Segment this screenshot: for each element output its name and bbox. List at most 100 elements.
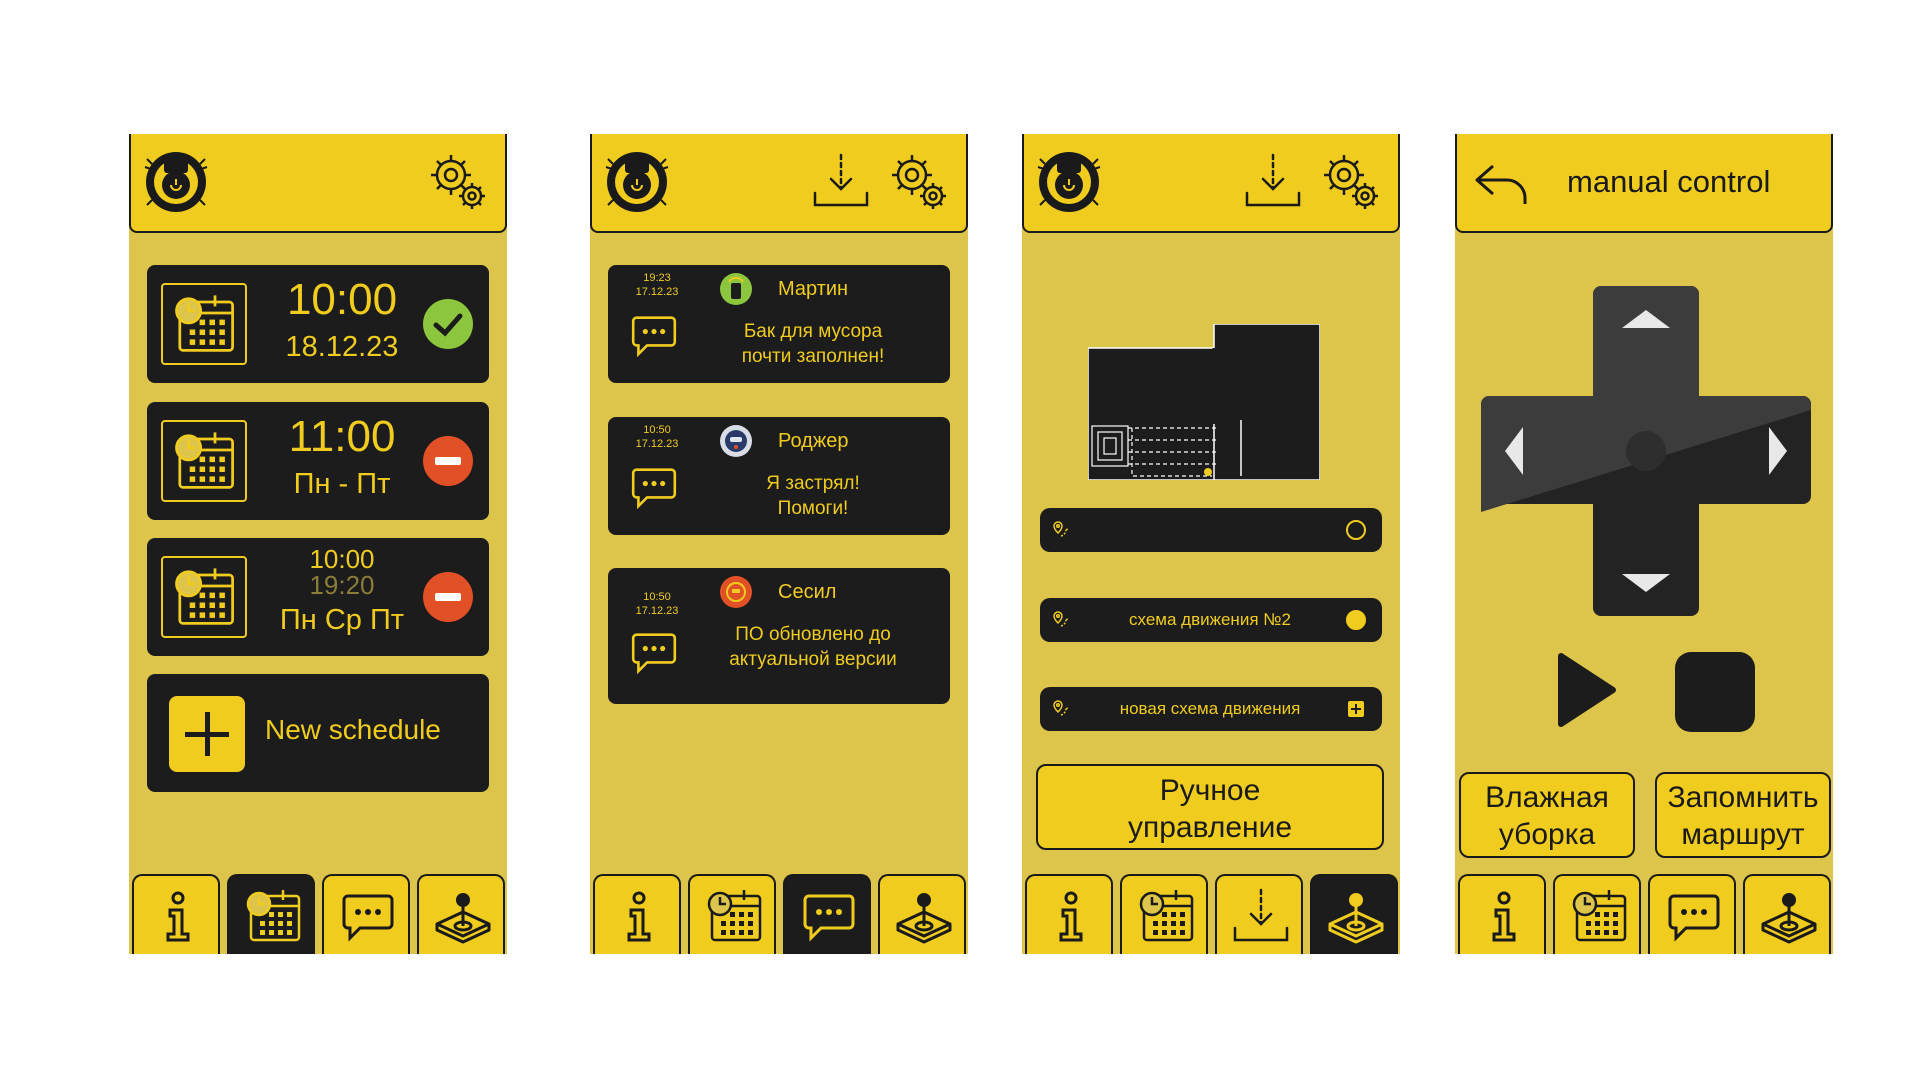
schedule-days: Пн Ср Пт bbox=[279, 604, 405, 636]
messages-screen: 19:23 17.12.23 Мартин Бак для мусора поч… bbox=[590, 134, 968, 954]
tab-schedule[interactable] bbox=[1553, 874, 1641, 954]
message-line: Помоги! bbox=[777, 498, 849, 519]
tab-control[interactable] bbox=[1310, 874, 1398, 954]
button-label: маршрут bbox=[1681, 818, 1805, 851]
header: manual control bbox=[1455, 134, 1833, 233]
message-time: 10:50 bbox=[643, 424, 671, 436]
remove-icon[interactable] bbox=[423, 436, 473, 486]
message-card[interactable]: 19:23 17.12.23 Мартин Бак для мусора поч… bbox=[608, 265, 950, 383]
download-icon[interactable] bbox=[811, 151, 871, 211]
new-route-item[interactable]: новая схема движения bbox=[1040, 687, 1382, 731]
tab-info[interactable] bbox=[1025, 874, 1113, 954]
tab-bar bbox=[590, 874, 968, 954]
tab-control[interactable] bbox=[878, 874, 966, 954]
message-date: 17.12.23 bbox=[635, 438, 679, 450]
tab-messages[interactable] bbox=[322, 874, 410, 954]
button-label: Ручное bbox=[1159, 774, 1261, 807]
dpad-control bbox=[1481, 286, 1811, 616]
route-pin-icon bbox=[1052, 520, 1072, 540]
schedule-item[interactable]: 10:00 19:20 Пн Ср Пт bbox=[147, 538, 489, 656]
tab-control[interactable] bbox=[1743, 874, 1831, 954]
tab-messages[interactable] bbox=[783, 874, 871, 954]
message-text: ПО обновлено до актуальной версии bbox=[688, 622, 938, 672]
message-timestamp: 19:23 17.12.23 bbox=[622, 271, 692, 299]
tab-download[interactable] bbox=[1215, 874, 1303, 954]
manual-control-button[interactable]: Ручное управление bbox=[1036, 764, 1384, 850]
calendar-clock-icon bbox=[243, 886, 303, 946]
message-text: Бак для мусора почти заполнен! bbox=[688, 319, 938, 369]
tab-schedule[interactable] bbox=[1120, 874, 1208, 954]
room-map[interactable] bbox=[1088, 324, 1320, 480]
calendar-clock-icon bbox=[1136, 886, 1196, 946]
button-label: уборка bbox=[1498, 818, 1596, 851]
message-card[interactable]: 10:50 17.12.23 Роджер Я застрял! Помоги! bbox=[608, 417, 950, 535]
info-icon bbox=[609, 886, 669, 946]
new-schedule-button[interactable]: New schedule bbox=[147, 674, 489, 792]
download-icon[interactable] bbox=[1243, 151, 1303, 211]
joystick-icon bbox=[1326, 886, 1386, 946]
schedule-time-secondary: 19:20 bbox=[309, 570, 375, 600]
routes-screen: схема движения №2 новая схема движения Р… bbox=[1022, 134, 1400, 954]
message-card[interactable]: 10:50 17.12.23 Сесил ПО обновлено до акт… bbox=[608, 568, 950, 704]
back-arrow-icon[interactable] bbox=[1473, 158, 1531, 208]
schedule-item[interactable]: 10:00 18.12.23 bbox=[147, 265, 489, 383]
save-route-button[interactable]: Запомнить маршрут bbox=[1655, 772, 1831, 858]
settings-gear-icon[interactable] bbox=[886, 149, 952, 215]
tab-messages[interactable] bbox=[1648, 874, 1736, 954]
tab-control[interactable] bbox=[417, 874, 505, 954]
robot-logo-icon[interactable] bbox=[604, 149, 670, 215]
calendar-clock-icon bbox=[704, 886, 764, 946]
chat-icon bbox=[626, 309, 682, 361]
tab-info[interactable] bbox=[593, 874, 681, 954]
message-date: 17.12.23 bbox=[635, 286, 679, 298]
message-line: Я застрял! bbox=[766, 473, 860, 494]
message-time: 19:23 bbox=[643, 272, 671, 284]
info-icon bbox=[1474, 886, 1534, 946]
route-item[interactable] bbox=[1040, 508, 1382, 552]
calendar-clock-icon bbox=[161, 283, 247, 365]
route-radio[interactable] bbox=[1346, 520, 1366, 540]
route-radio-selected[interactable] bbox=[1346, 610, 1366, 630]
route-item[interactable]: схема движения №2 bbox=[1040, 598, 1382, 642]
tab-schedule[interactable] bbox=[688, 874, 776, 954]
message-line: почти заполнен! bbox=[741, 346, 885, 367]
schedule-screen: 10:00 18.12.23 11:00 Пн - Пт 10:00 19:20… bbox=[129, 134, 507, 954]
schedule-time: 11:00 bbox=[288, 412, 396, 461]
joystick-icon bbox=[894, 886, 954, 946]
new-schedule-label: New schedule bbox=[265, 714, 441, 745]
route-label: схема движения №2 bbox=[1129, 610, 1291, 629]
message-text: Я застрял! Помоги! bbox=[688, 471, 938, 521]
schedule-item[interactable]: 11:00 Пн - Пт bbox=[147, 402, 489, 520]
robot-logo-icon[interactable] bbox=[143, 149, 209, 215]
download-icon bbox=[1231, 886, 1291, 946]
avatar bbox=[720, 273, 752, 305]
schedule-time: 10:00 bbox=[286, 275, 398, 324]
wet-cleaning-button[interactable]: Влажная уборка bbox=[1459, 772, 1635, 858]
tab-info[interactable] bbox=[132, 874, 220, 954]
header bbox=[1022, 134, 1400, 233]
check-icon[interactable] bbox=[423, 299, 473, 349]
chat-icon bbox=[799, 886, 859, 946]
sender-name: Сесил bbox=[778, 581, 837, 603]
settings-gear-icon[interactable] bbox=[1318, 149, 1384, 215]
tab-schedule[interactable] bbox=[227, 874, 315, 954]
route-pin-icon bbox=[1052, 699, 1072, 719]
avatar bbox=[720, 425, 752, 457]
header bbox=[590, 134, 968, 233]
plus-icon[interactable] bbox=[1348, 701, 1364, 717]
chat-icon bbox=[626, 626, 682, 678]
play-icon[interactable] bbox=[1555, 650, 1619, 730]
message-line: Бак для мусора bbox=[743, 321, 883, 342]
stop-button[interactable] bbox=[1675, 652, 1755, 732]
button-label: Влажная bbox=[1485, 781, 1609, 814]
page-title: manual control bbox=[1567, 164, 1771, 199]
header bbox=[129, 134, 507, 233]
chat-icon bbox=[338, 886, 398, 946]
button-label: Запомнить bbox=[1667, 781, 1819, 814]
settings-gear-icon[interactable] bbox=[425, 149, 491, 215]
info-icon bbox=[148, 886, 208, 946]
robot-logo-icon[interactable] bbox=[1036, 149, 1102, 215]
remove-icon[interactable] bbox=[423, 572, 473, 622]
tab-info[interactable] bbox=[1458, 874, 1546, 954]
route-pin-icon bbox=[1052, 610, 1072, 630]
